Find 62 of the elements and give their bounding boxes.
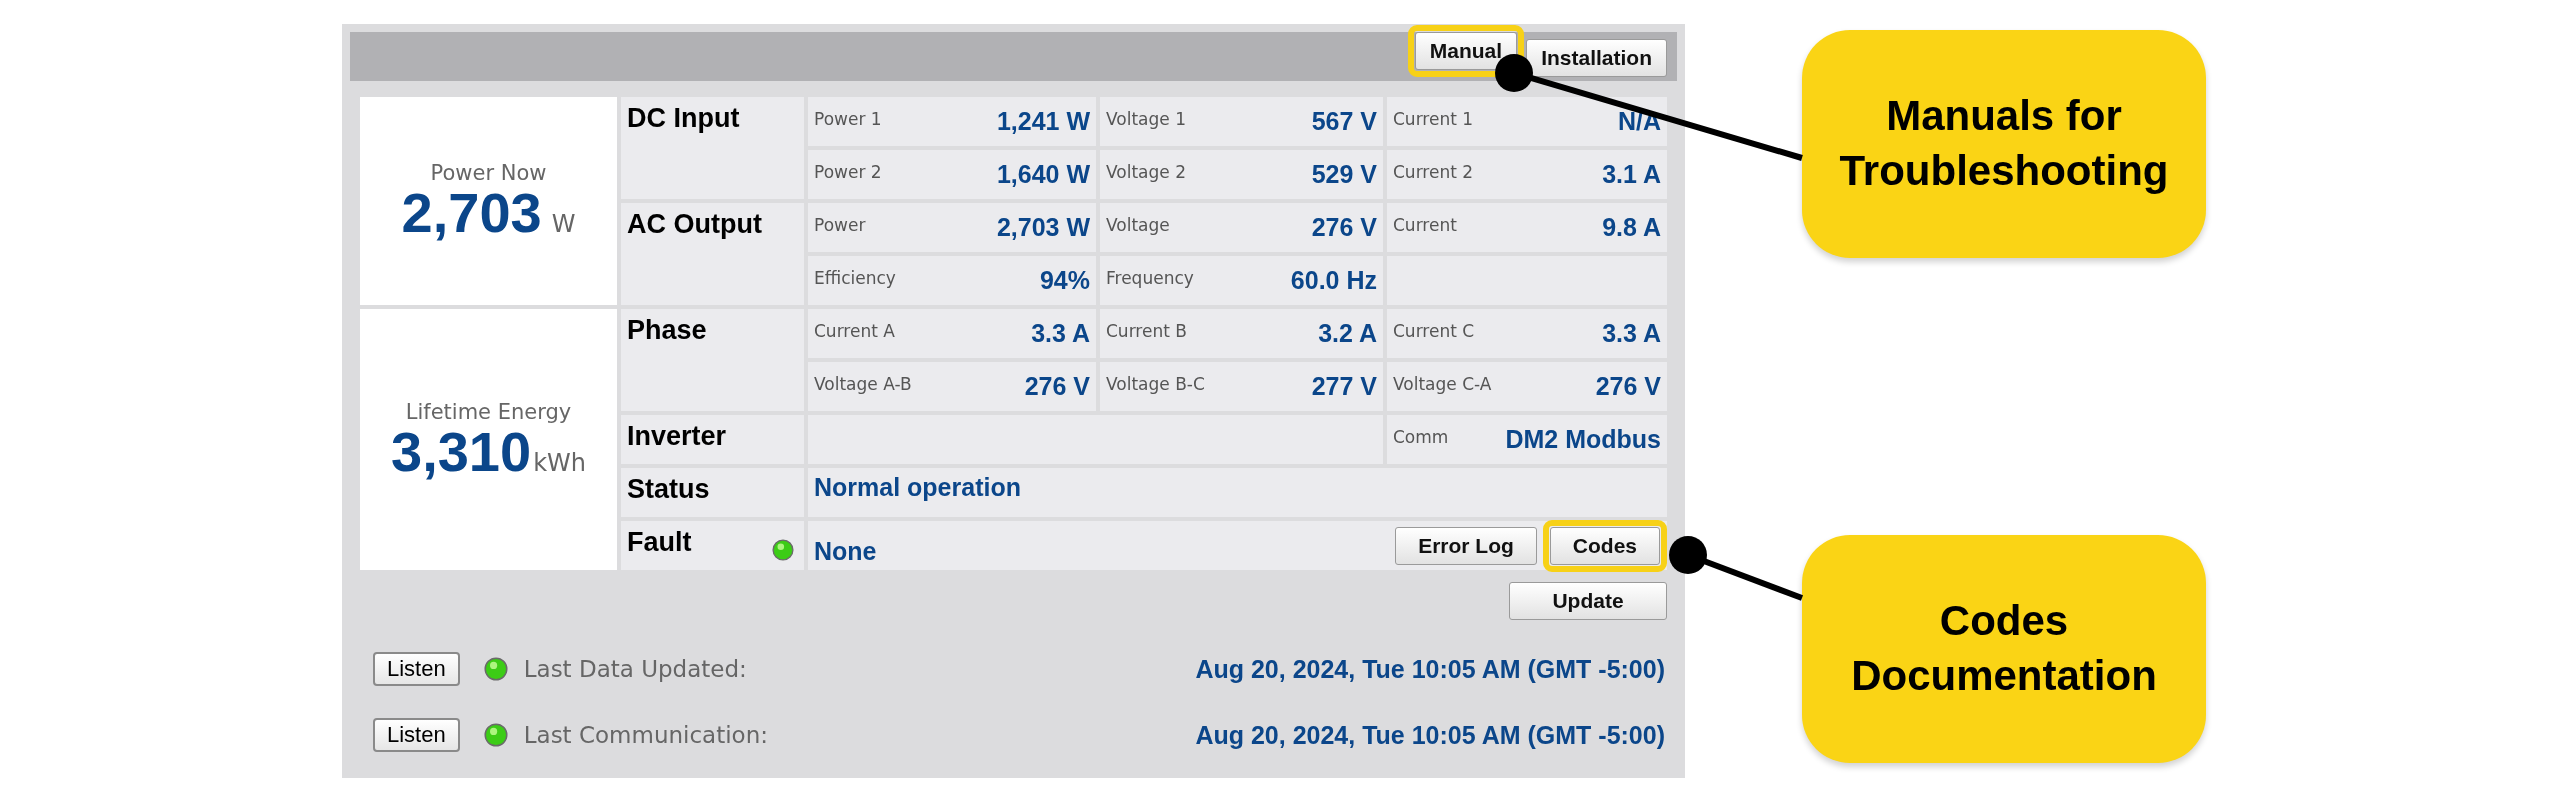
metric-label: Voltage C-A bbox=[1393, 373, 1492, 394]
section-label: Inverter bbox=[627, 421, 727, 452]
lifetime-energy-label: Lifetime Energy bbox=[404, 399, 573, 424]
power-now-value: 2,703 bbox=[401, 185, 542, 241]
metric-value: 1,241 W bbox=[996, 107, 1090, 136]
status-value: Normal operation bbox=[814, 473, 1021, 502]
timestamp: Aug 20, 2024, Tue 10:05 AM (GMT -5:00) bbox=[1195, 654, 1665, 684]
metric-value: 60.0 Hz bbox=[1290, 266, 1377, 295]
timestamp: Aug 20, 2024, Tue 10:05 AM (GMT -5:00) bbox=[1195, 720, 1665, 750]
section-label: Fault bbox=[627, 527, 692, 558]
codes-button[interactable]: Codes bbox=[1549, 526, 1660, 565]
manual-button[interactable]: Manual bbox=[1414, 32, 1518, 70]
metric-value: 3.2 A bbox=[1318, 319, 1377, 348]
metric-value: 276 V bbox=[1595, 372, 1661, 401]
update-button[interactable]: Update bbox=[1509, 582, 1667, 620]
power-unit: W bbox=[551, 210, 576, 238]
callout: Codes Documentation bbox=[1802, 535, 2206, 763]
metric-value: 2,703 W bbox=[996, 213, 1090, 242]
metric-label: Current A bbox=[814, 320, 895, 341]
metric-label: Frequency bbox=[1106, 267, 1194, 288]
listen-button[interactable]: Listen bbox=[373, 718, 460, 752]
metric-value: 3.3 A bbox=[1602, 319, 1661, 348]
metric-label: Current B bbox=[1106, 320, 1187, 341]
status-line-label: Last Communication: bbox=[523, 722, 768, 748]
metric-value: 276 V bbox=[1311, 213, 1377, 242]
metric-label: Comm bbox=[1393, 426, 1449, 447]
section-label: AC Output bbox=[627, 209, 762, 240]
metric-value: 276 V bbox=[1024, 372, 1090, 401]
metric-value: 3.3 A bbox=[1031, 319, 1090, 348]
metric-label: Power bbox=[814, 214, 866, 235]
fault-value: None bbox=[814, 537, 877, 566]
metric-label: Voltage A-B bbox=[814, 373, 912, 394]
metric-label: Current 1 bbox=[1393, 108, 1474, 129]
callout: Manuals for Troubleshooting bbox=[1802, 30, 2206, 258]
lifetime-energy-value: 3,310 bbox=[391, 423, 532, 480]
metric-value: 94% bbox=[1039, 266, 1090, 295]
metric-label: Efficiency bbox=[814, 267, 896, 288]
metric-label: Voltage B-C bbox=[1106, 373, 1205, 394]
metric-label: Current 2 bbox=[1393, 161, 1474, 182]
metric-label: Current C bbox=[1393, 320, 1475, 341]
section-label: Phase bbox=[627, 315, 707, 346]
error-log-button[interactable]: Error Log bbox=[1395, 526, 1537, 565]
metric-value: 9.8 A bbox=[1602, 213, 1661, 242]
metric-label: Power 1 bbox=[814, 108, 882, 129]
metric-label: Voltage bbox=[1106, 214, 1170, 235]
power-now-label: Power Now bbox=[429, 161, 548, 185]
metric-label: Voltage 2 bbox=[1106, 161, 1186, 182]
status-line-label: Last Data Updated: bbox=[523, 656, 747, 682]
metric-value: 3.1 A bbox=[1602, 160, 1661, 189]
metric-value: DM2 Modbus bbox=[1505, 425, 1661, 454]
installation-button[interactable]: Installation bbox=[1526, 39, 1667, 77]
metric-value: 567 V bbox=[1311, 107, 1377, 136]
metric-label: Current bbox=[1393, 214, 1457, 235]
metric-label: Voltage 1 bbox=[1106, 108, 1186, 129]
energy-unit: kWh bbox=[533, 448, 586, 477]
listen-button[interactable]: Listen bbox=[373, 652, 460, 686]
metric-value: 277 V bbox=[1311, 372, 1377, 401]
section-label: DC Input bbox=[627, 103, 740, 134]
metric-value: 529 V bbox=[1311, 160, 1377, 189]
metric-value: 1,640 W bbox=[996, 160, 1090, 189]
section-label: Status bbox=[627, 474, 710, 505]
metric-label: Power 2 bbox=[814, 161, 882, 182]
